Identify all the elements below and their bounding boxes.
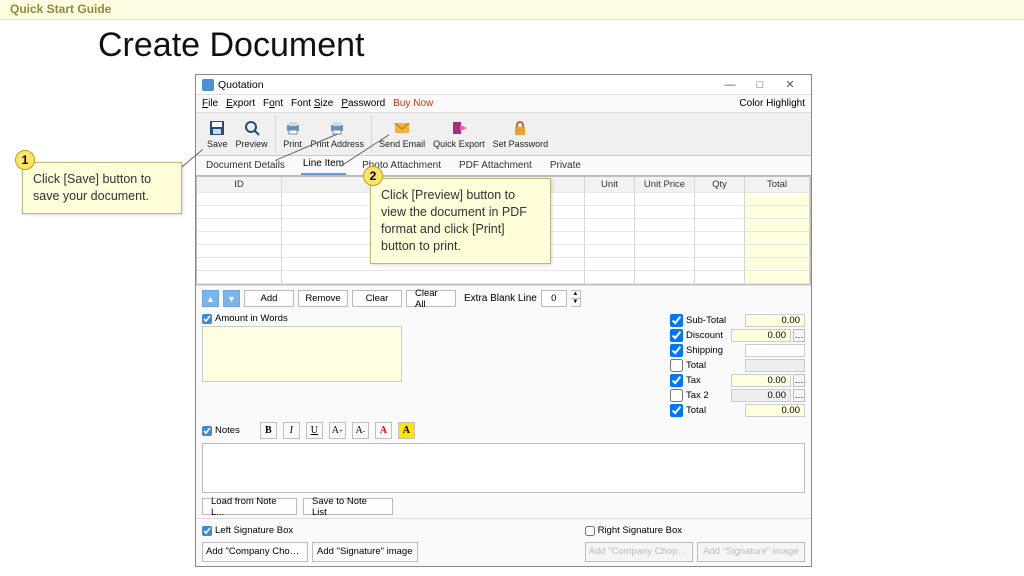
- menu-password[interactable]: Password: [341, 98, 385, 109]
- total1-checkbox[interactable]: [670, 359, 683, 372]
- send-email-button[interactable]: Send Email: [375, 115, 429, 153]
- highlight-button[interactable]: A: [398, 422, 415, 439]
- callout-1: Click [Save] button to save your documen…: [22, 162, 182, 214]
- left-signature-box: Left Signature Box Add "Company Chop"...…: [202, 525, 418, 566]
- save-button[interactable]: Save: [203, 115, 232, 153]
- col-unit-price: Unit Price: [635, 177, 695, 193]
- grid-controls: ▲ ▼ Add Remove Clear Clear All Extra Bla…: [196, 285, 811, 311]
- tax2-more-button[interactable]: …: [793, 389, 805, 402]
- tab-private[interactable]: Private: [548, 157, 583, 175]
- notes-textarea[interactable]: [202, 443, 805, 493]
- menu-file[interactable]: File: [202, 98, 218, 109]
- menu-fontsize[interactable]: Font Size: [291, 98, 333, 109]
- tab-pdf-attachment[interactable]: PDF Attachment: [457, 157, 534, 175]
- left-sig-checkbox[interactable]: Left Signature Box: [202, 525, 418, 536]
- add-company-chop-button[interactable]: Add "Company Chop"...: [202, 542, 308, 562]
- amount-in-words-checkbox[interactable]: Amount in Words: [202, 313, 662, 324]
- export-icon: [450, 119, 468, 137]
- col-unit: Unit: [585, 177, 635, 193]
- lock-icon: [511, 119, 529, 137]
- doc-icon: [202, 79, 214, 91]
- app-window: Quotation — □ ✕ File Export Font Font Si…: [195, 74, 812, 567]
- mail-icon: [393, 119, 411, 137]
- tax-checkbox[interactable]: [670, 374, 683, 387]
- underline-button[interactable]: U: [306, 422, 323, 439]
- discount-value: 0.00: [731, 329, 791, 342]
- callout-1-badge: 1: [15, 150, 35, 170]
- discount-more-button[interactable]: …: [793, 329, 805, 342]
- shipping-checkbox[interactable]: [670, 344, 683, 357]
- extra-blank-line-label: Extra Blank Line: [464, 293, 537, 304]
- add-button[interactable]: Add: [244, 290, 294, 307]
- amount-in-words-box[interactable]: [202, 326, 402, 382]
- right-signature-box: Right Signature Box Add "Company Chop" i…: [585, 525, 805, 566]
- discount-checkbox[interactable]: [670, 329, 683, 342]
- table-row[interactable]: [197, 271, 810, 284]
- menu-buy[interactable]: Buy Now: [393, 98, 433, 109]
- italic-button[interactable]: I: [283, 422, 300, 439]
- col-qty: Qty: [695, 177, 745, 193]
- window-title: Quotation: [218, 79, 715, 91]
- menu-font[interactable]: Font: [263, 98, 283, 109]
- save-to-note-list-button[interactable]: Save to Note List: [303, 498, 393, 515]
- total-value: 0.00: [745, 404, 805, 417]
- load-from-note-list-button[interactable]: Load from Note L...: [202, 498, 297, 515]
- total1-value: [745, 359, 805, 372]
- extra-blank-line-input[interactable]: [541, 290, 567, 307]
- menu-color-highlight[interactable]: Color Highlight: [739, 98, 805, 109]
- tax2-checkbox[interactable]: [670, 389, 683, 402]
- shipping-value[interactable]: [745, 344, 805, 357]
- menu-export[interactable]: Export: [226, 98, 255, 109]
- minimize-button[interactable]: —: [715, 79, 745, 91]
- maximize-button[interactable]: □: [745, 79, 775, 91]
- tab-bar: Document Details Line Item Photo Attachm…: [196, 156, 811, 176]
- menubar: File Export Font Font Size Password Buy …: [196, 95, 811, 112]
- font-inc-button[interactable]: A+: [329, 422, 346, 439]
- font-color-button[interactable]: A: [375, 422, 392, 439]
- toolbar: Save Preview Print Print Address Send Em…: [196, 112, 811, 156]
- move-down-button[interactable]: ▼: [223, 290, 240, 307]
- save-icon: [208, 119, 226, 137]
- move-up-button[interactable]: ▲: [202, 290, 219, 307]
- total-checkbox[interactable]: [670, 404, 683, 417]
- bold-button[interactable]: B: [260, 422, 277, 439]
- summary-panel: Sub-Total0.00 Discount0.00… Shipping Tot…: [670, 313, 805, 418]
- quick-export-button[interactable]: Quick Export: [429, 115, 489, 153]
- remove-button[interactable]: Remove: [298, 290, 348, 307]
- tax-value: 0.00: [731, 374, 791, 387]
- clear-all-button[interactable]: Clear All: [406, 290, 456, 307]
- col-total: Total: [745, 177, 810, 193]
- tax2-value: 0.00: [731, 389, 791, 402]
- col-id: ID: [197, 177, 282, 193]
- preview-button[interactable]: Preview: [232, 115, 272, 153]
- close-button[interactable]: ✕: [775, 78, 805, 91]
- titlebar: Quotation — □ ✕: [196, 75, 811, 95]
- page-heading: Create Document: [98, 26, 364, 65]
- font-dec-button[interactable]: A-: [352, 422, 369, 439]
- guide-banner: Quick Start Guide: [0, 0, 1024, 20]
- subtotal-value: 0.00: [745, 314, 805, 327]
- magnifier-icon: [243, 119, 261, 137]
- add-signature-button[interactable]: Add "Signature" image: [312, 542, 418, 562]
- set-password-button[interactable]: Set Password: [489, 115, 553, 153]
- printer-icon: [284, 119, 302, 137]
- add-signature-button-r: Add "Signature" image: [697, 542, 805, 562]
- callout-2-badge: 2: [363, 166, 383, 186]
- tax-more-button[interactable]: …: [793, 374, 805, 387]
- add-company-chop-button-r: Add "Company Chop" i...: [585, 542, 693, 562]
- callout-2: Click [Preview] button to view the docum…: [370, 178, 551, 264]
- spin-up-icon[interactable]: ▲: [571, 291, 580, 299]
- clear-button[interactable]: Clear: [352, 290, 402, 307]
- subtotal-checkbox[interactable]: [670, 314, 683, 327]
- notes-checkbox[interactable]: Notes: [202, 425, 240, 436]
- right-sig-checkbox[interactable]: Right Signature Box: [585, 525, 805, 536]
- spin-down-icon[interactable]: ▼: [571, 299, 580, 306]
